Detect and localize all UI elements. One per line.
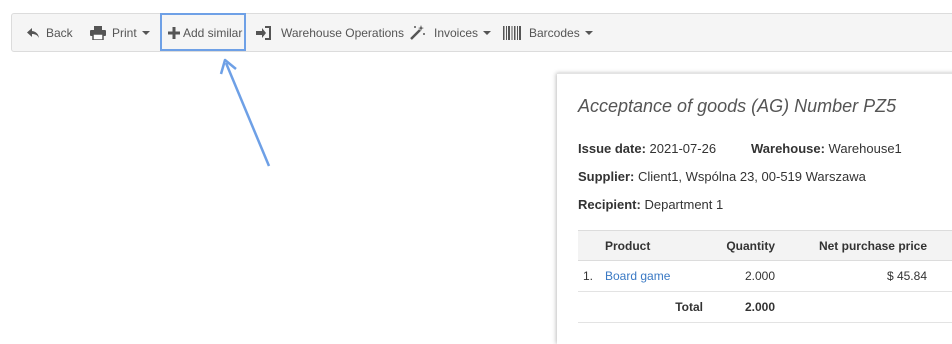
document-title: Acceptance of goods (AG) Number PZ5: [578, 96, 897, 116]
recipient-label: Recipient:: [578, 197, 641, 212]
document-card: Acceptance of goods (AG) Number PZ5 Issu…: [557, 73, 952, 344]
table-total-row: Total 2.000: [578, 291, 952, 323]
recipient-value: Department 1: [644, 197, 724, 212]
warehouse-field: Warehouse: Warehouse1: [751, 141, 902, 156]
supplier-value: Client1, Wspólna 23, 00-519 Warszawa: [637, 169, 866, 184]
header-extra: [928, 230, 952, 261]
issue-date-value: 2021-07-26: [649, 141, 717, 156]
table-row: 1. Board game 2.000 $ 45.84: [578, 260, 952, 292]
header-quantity: Quantity: [704, 230, 776, 261]
header-net-price: Net purchase price: [776, 230, 928, 261]
warehouse-value: Warehouse1: [828, 141, 902, 156]
row-quantity: 2.000: [704, 260, 776, 292]
product-link[interactable]: Board game: [605, 269, 670, 283]
header-num: [578, 230, 604, 261]
total-price-empty: [776, 291, 928, 323]
row-net-price: $ 45.84: [776, 260, 928, 292]
recipient-field: Recipient: Department 1: [578, 197, 723, 212]
issue-date-field: Issue date: 2021-07-26: [578, 141, 716, 156]
warehouse-label: Warehouse:: [751, 141, 825, 156]
total-extra: [928, 291, 952, 323]
total-quantity: 2.000: [704, 291, 776, 323]
supplier-field: Supplier: Client1, Wspólna 23, 00-519 Wa…: [578, 169, 866, 184]
total-label: Total: [604, 291, 704, 323]
supplier-label: Supplier:: [578, 169, 635, 184]
total-empty: [578, 291, 604, 323]
table-header-row: Product Quantity Net purchase price: [578, 230, 952, 261]
row-extra: [928, 260, 952, 292]
issue-date-label: Issue date:: [578, 141, 646, 156]
items-table: Product Quantity Net purchase price 1. B…: [578, 230, 952, 323]
header-product: Product: [604, 230, 704, 261]
row-num: 1.: [578, 260, 604, 292]
